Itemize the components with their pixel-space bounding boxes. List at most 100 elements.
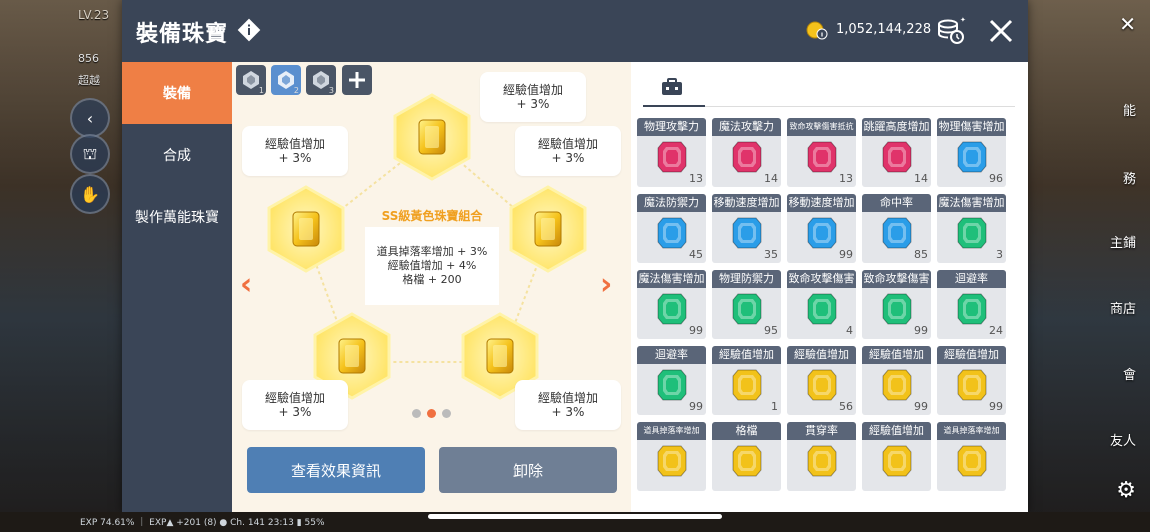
inventory-slot[interactable]: 致命攻擊傷害抵抗 13 — [787, 118, 856, 187]
slot-label: 迴避率 — [637, 346, 706, 364]
game-right-edge — [1028, 0, 1150, 532]
socket-stat-bubble: 經驗值增加 + 3% — [242, 380, 348, 430]
slot-count: 99 — [689, 400, 703, 413]
yellow-gem-icon — [732, 445, 762, 477]
slot-label: 魔法防禦力 — [637, 194, 706, 212]
red-gem-icon — [882, 141, 912, 173]
prev-page-arrow-icon[interactable]: ‹ — [240, 267, 252, 302]
jewel-socket[interactable] — [509, 185, 587, 273]
slot-label: 道具掉落率增加 — [937, 422, 1006, 440]
blue-gem-icon — [807, 217, 837, 249]
yellow-gem-icon — [807, 445, 837, 477]
hud-right-label[interactable]: 能 — [1123, 100, 1136, 119]
inventory-slot[interactable]: 迴避率 24 — [937, 270, 1006, 339]
inventory-slot[interactable]: 經驗值增加 56 — [787, 346, 856, 415]
inventory-slot[interactable]: 致命攻擊傷害 99 — [862, 270, 931, 339]
inventory-slot[interactable]: 物理防禦力 95 — [712, 270, 781, 339]
socket-stat-bubble: 經驗值增加 + 3% — [515, 126, 621, 176]
red-gem-icon — [807, 141, 837, 173]
red-gem-icon — [657, 141, 687, 173]
stat-name: 經驗值增加 — [537, 391, 598, 405]
info-icon[interactable] — [237, 18, 261, 42]
inventory-slot[interactable]: 移動速度增加 35 — [712, 194, 781, 263]
slot-label: 經驗值增加 — [862, 346, 931, 364]
jewel-set-panel: 1 2 3 經驗值增加 + 3% 經驗值增加 + 3% 經驗值增加 + 3% 經… — [232, 62, 631, 512]
unequip-button[interactable]: 卸除 — [439, 447, 617, 493]
home-indicator[interactable] — [428, 514, 722, 519]
inventory-slot[interactable]: 物理傷害增加 96 — [937, 118, 1006, 187]
blue-gem-icon — [732, 217, 762, 249]
game-left-edge — [0, 0, 122, 532]
inventory-slot[interactable]: 移動速度增加 99 — [787, 194, 856, 263]
inventory-slot[interactable]: 道具掉落率增加 — [937, 422, 1006, 491]
view-effects-button[interactable]: 查看效果資訊 — [247, 447, 425, 493]
back-arrow-icon[interactable]: ‹ — [70, 98, 110, 138]
slot-count: 85 — [914, 248, 928, 261]
coin-shop-icon[interactable]: ✦ — [934, 14, 966, 46]
hud-right-label[interactable]: 友人 — [1110, 430, 1136, 449]
yellow-gem-icon — [732, 369, 762, 401]
inventory-slot[interactable]: 致命攻擊傷害 4 — [787, 270, 856, 339]
guild-icon[interactable]: ⛫ — [70, 134, 110, 174]
inventory-slot[interactable]: 經驗值增加 1 — [712, 346, 781, 415]
game-close-icon[interactable]: ✕ — [1119, 12, 1136, 36]
slot-count: 3 — [996, 248, 1003, 261]
green-gem-icon — [807, 293, 837, 325]
inventory-slot[interactable]: 命中率 85 — [862, 194, 931, 263]
combo-title: SS級黃色珠寶組合 — [381, 209, 483, 223]
hud-right-label[interactable]: 商店 — [1110, 298, 1136, 317]
slot-count: 99 — [989, 400, 1003, 413]
hud-right-label[interactable]: 會 — [1123, 364, 1136, 383]
slot-label: 道具掉落率增加 — [637, 422, 706, 440]
jewel-socket[interactable] — [267, 185, 345, 273]
slot-label: 魔法傷害增加 — [637, 270, 706, 288]
inventory-slot[interactable]: 魔法防禦力 45 — [637, 194, 706, 263]
inventory-slot[interactable]: 跳躍高度增加 14 — [862, 118, 931, 187]
tab-craft-universal-jewel[interactable]: 製作萬能珠寶 — [122, 186, 232, 248]
inventory-slot[interactable]: 魔法傷害增加 99 — [637, 270, 706, 339]
stat-value: + 3% — [551, 405, 585, 419]
page-dot[interactable] — [442, 409, 451, 418]
handshake-icon[interactable]: ✋ — [70, 174, 110, 214]
slot-count: 1 — [771, 400, 778, 413]
inventory-slot[interactable]: 物理攻擊力 13 — [637, 118, 706, 187]
inventory-slot[interactable]: 經驗值增加 99 — [937, 346, 1006, 415]
tab-equip[interactable]: 裝備 — [122, 62, 232, 124]
hud-right-label[interactable]: 主鋪 — [1110, 232, 1136, 251]
next-page-arrow-icon[interactable]: › — [600, 267, 612, 302]
settings-gear-icon[interactable]: ⚙ — [1116, 478, 1136, 503]
slot-count: 14 — [914, 172, 928, 185]
yellow-gem-icon — [957, 369, 987, 401]
inventory-slot[interactable]: 經驗值增加 — [862, 422, 931, 491]
hud-location: 超越 — [78, 74, 100, 87]
stat-value: + 3% — [516, 97, 550, 111]
hud-right-label[interactable]: 務 — [1123, 168, 1136, 187]
jewel-socket[interactable] — [393, 93, 471, 181]
slot-label: 經驗值增加 — [787, 346, 856, 364]
slot-count: 96 — [989, 172, 1003, 185]
inventory-slot[interactable]: 魔法傷害增加 3 — [937, 194, 1006, 263]
slot-label: 貫穿率 — [787, 422, 856, 440]
inventory-slot[interactable]: 魔法攻擊力 14 — [712, 118, 781, 187]
modal-header: 裝備珠寶 1,052,144,228 ✦ — [122, 0, 1028, 62]
green-gem-icon — [657, 369, 687, 401]
slot-label: 魔法攻擊力 — [712, 118, 781, 136]
page-dot-active[interactable] — [427, 409, 436, 418]
blue-gem-icon — [957, 141, 987, 173]
page-dot[interactable] — [412, 409, 421, 418]
player-level: LV.23 — [78, 8, 110, 22]
inventory-slot[interactable]: 迴避率 99 — [637, 346, 706, 415]
combo-effect-line: 經驗值增加 + 4% — [387, 259, 477, 272]
tab-synthesis[interactable]: 合成 — [122, 124, 232, 186]
inventory-slot[interactable]: 貫穿率 — [787, 422, 856, 491]
side-tabs: 裝備 合成 製作萬能珠寶 — [122, 62, 232, 512]
inventory-slot[interactable]: 經驗值增加 99 — [862, 346, 931, 415]
close-icon[interactable] — [988, 18, 1014, 44]
stat-name: 經驗值增加 — [502, 83, 563, 97]
inventory-slot[interactable]: 道具掉落率增加 — [637, 422, 706, 491]
slot-count: 99 — [914, 324, 928, 337]
bag-icon[interactable] — [661, 78, 683, 96]
inventory-slot[interactable]: 格檔 — [712, 422, 781, 491]
meso-coin-icon — [806, 21, 828, 40]
combo-effect-line: 道具掉落率增加 + 3% — [376, 245, 488, 258]
